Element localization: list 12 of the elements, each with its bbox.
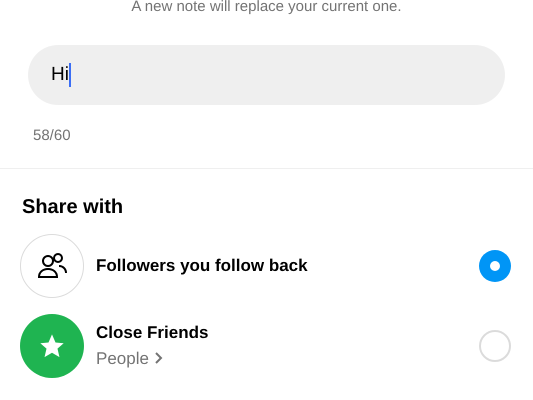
option-sublabel[interactable]: People	[96, 346, 467, 371]
option-label: Followers you follow back	[96, 254, 309, 277]
radio-button[interactable]	[479, 330, 511, 362]
people-icon	[37, 252, 67, 280]
chevron-icon	[152, 351, 163, 366]
subtitle: A new note will replace your current one.	[130, 0, 403, 17]
section-title: Share with	[22, 194, 124, 220]
option-label: Close Friends	[96, 322, 210, 344]
note-text: Hi	[51, 62, 69, 87]
character-counter: 58/60	[33, 126, 72, 146]
note-field[interactable]: Hi	[28, 45, 505, 105]
radio-button[interactable]	[479, 250, 511, 282]
